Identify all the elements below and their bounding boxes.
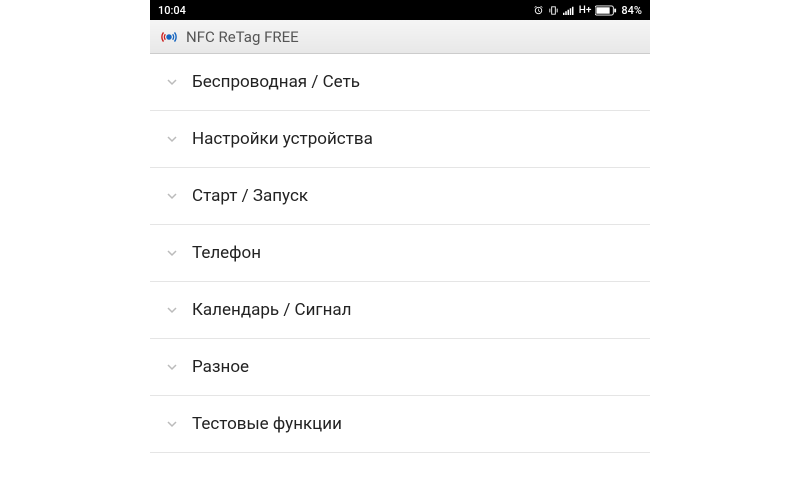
category-phone[interactable]: Телефон	[150, 225, 650, 282]
network-type: H+	[579, 5, 592, 16]
chevron-down-icon	[166, 361, 178, 373]
signal-icon	[563, 5, 575, 16]
battery-icon	[595, 5, 617, 16]
chevron-down-icon	[166, 304, 178, 316]
chevron-down-icon	[166, 190, 178, 202]
category-label: Настройки устройства	[192, 129, 373, 149]
category-label: Беспроводная / Сеть	[192, 72, 360, 92]
category-label: Разное	[192, 357, 249, 377]
chevron-down-icon	[166, 247, 178, 259]
category-calendar[interactable]: Календарь / Сигнал	[150, 282, 650, 339]
category-misc[interactable]: Разное	[150, 339, 650, 396]
category-start[interactable]: Старт / Запуск	[150, 168, 650, 225]
category-label: Телефон	[192, 243, 261, 263]
category-label: Старт / Запуск	[192, 186, 308, 206]
category-label: Календарь / Сигнал	[192, 300, 351, 320]
vibrate-icon	[548, 5, 559, 16]
status-time: 10:04	[158, 4, 186, 17]
chevron-down-icon	[166, 76, 178, 88]
category-wireless[interactable]: Беспроводная / Сеть	[150, 54, 650, 111]
phone-screen: 10:04 H+ 84%	[150, 0, 650, 500]
chevron-down-icon	[166, 418, 178, 430]
status-bar: 10:04 H+ 84%	[150, 0, 650, 20]
app-header: NFC ReTag FREE	[150, 20, 650, 54]
app-icon	[158, 26, 180, 48]
chevron-down-icon	[166, 133, 178, 145]
category-test[interactable]: Тестовые функции	[150, 396, 650, 453]
status-bar-right: H+ 84%	[533, 4, 642, 17]
status-bar-left: 10:04	[158, 4, 186, 17]
category-label: Тестовые функции	[192, 414, 342, 434]
category-list: Беспроводная / Сеть Настройки устройства…	[150, 54, 650, 453]
category-device-settings[interactable]: Настройки устройства	[150, 111, 650, 168]
app-title: NFC ReTag FREE	[186, 28, 299, 46]
alarm-icon	[533, 5, 544, 16]
battery-percent: 84%	[621, 4, 642, 17]
